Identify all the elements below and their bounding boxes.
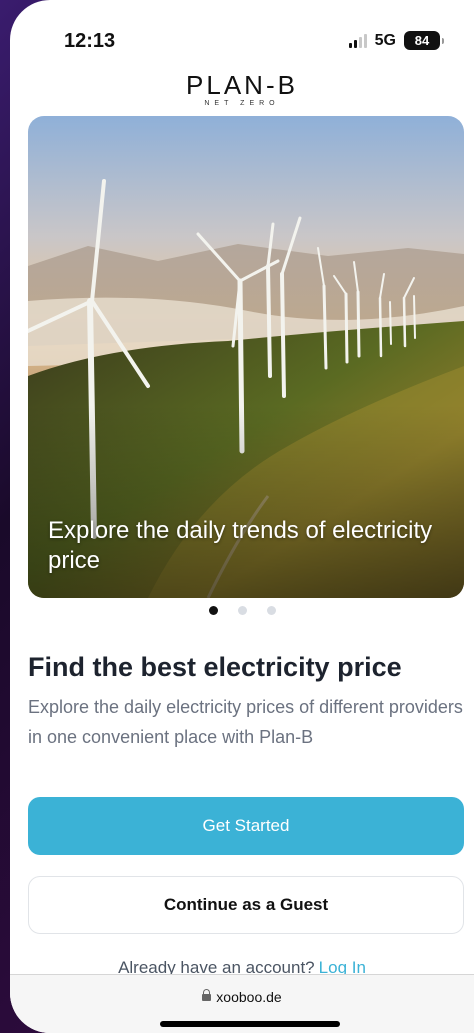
network-type: 5G — [374, 31, 396, 49]
brand-logo: PLAN-B NET ZERO — [10, 72, 474, 107]
page-description: Explore the daily electricity prices of … — [28, 697, 463, 747]
home-indicator[interactable] — [160, 1021, 340, 1027]
signal-icon — [348, 33, 367, 48]
status-time: 12:13 — [64, 30, 116, 52]
battery-icon: 84 — [404, 31, 440, 50]
page-title: Find the best electricity price — [28, 652, 402, 682]
battery-cap-icon — [442, 37, 444, 44]
device-background: 12:13 5G 84 PLAN-B NET ZERO Explore the … — [0, 0, 474, 1033]
pagination-dot-2[interactable] — [237, 606, 247, 615]
onboarding-carousel-slide[interactable]: Explore the daily trends of electricity … — [28, 116, 464, 598]
pagination-dot-1[interactable] — [208, 606, 218, 615]
carousel-caption: Explore the daily trends of electricity … — [48, 517, 433, 574]
battery-level: 84 — [414, 33, 430, 48]
lock-icon — [202, 989, 212, 1001]
pagination-dot-3[interactable] — [266, 606, 276, 615]
url-text: xooboo.de — [216, 989, 282, 1005]
get-started-button[interactable]: Get Started — [28, 797, 464, 855]
continue-as-guest-button[interactable]: Continue as a Guest — [28, 876, 464, 934]
status-indicators: 5G 84 — [348, 31, 444, 50]
carousel-pagination — [10, 606, 474, 615]
status-bar: 12:13 5G 84 — [10, 0, 474, 70]
logo-tagline: NET ZERO — [204, 100, 280, 107]
logo-wordmark: PLAN-B — [186, 70, 298, 100]
url-display[interactable]: xooboo.de — [10, 989, 474, 1005]
app-screen: 12:13 5G 84 PLAN-B NET ZERO Explore the … — [10, 0, 474, 1033]
